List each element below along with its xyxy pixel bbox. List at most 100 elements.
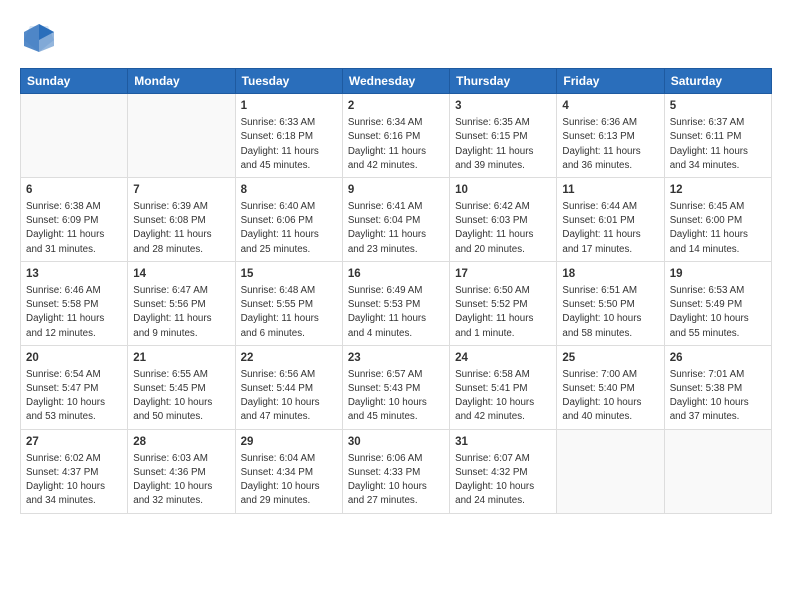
calendar-cell: 20 Sunrise: 6:54 AM Sunset: 5:47 PM Dayli… [21, 345, 128, 429]
day-info: Sunrise: 6:37 AM Sunset: 6:11 PM Dayligh… [670, 116, 766, 173]
day-info: Sunrise: 6:04 AM Sunset: 4:34 PM Dayligh… [241, 452, 337, 509]
day-info: Sunrise: 6:54 AM Sunset: 5:47 PM Dayligh… [26, 368, 122, 425]
calendar-cell: 31 Sunrise: 6:07 AM Sunset: 4:32 PM Dayli… [450, 429, 557, 513]
weekday-header-row: SundayMondayTuesdayWednesdayThursdayFrid… [21, 69, 772, 94]
weekday-header-thursday: Thursday [450, 69, 557, 94]
day-number: 3 [455, 98, 551, 114]
calendar-cell [21, 94, 128, 178]
day-info: Sunrise: 6:07 AM Sunset: 4:32 PM Dayligh… [455, 452, 551, 509]
calendar-cell: 18Sunrise: 6:51 AM Sunset: 5:50 PM Dayli… [557, 261, 664, 345]
day-number: 1 [241, 98, 337, 114]
calendar-cell: 3 Sunrise: 6:35 AM Sunset: 6:15 PM Daylig… [450, 94, 557, 178]
day-number: 22 [241, 350, 337, 366]
day-info: Sunrise: 6:46 AM Sunset: 5:58 PM Dayligh… [26, 284, 122, 341]
day-info: Sunrise: 6:53 AM Sunset: 5:49 PM Dayligh… [670, 284, 766, 341]
day-number: 10 [455, 182, 551, 198]
calendar-cell: 19 Sunrise: 6:53 AM Sunset: 5:49 PM Dayli… [664, 261, 771, 345]
day-info: Sunrise: 6:58 AM Sunset: 5:41 PM Dayligh… [455, 368, 551, 425]
calendar-body: 1 Sunrise: 6:33 AM Sunset: 6:18 PM Daylig… [21, 94, 772, 514]
weekday-header-sunday: Sunday [21, 69, 128, 94]
day-info: Sunrise: 6:33 AM Sunset: 6:18 PM Dayligh… [241, 116, 337, 173]
day-number: 29 [241, 434, 337, 450]
day-info: Sunrise: 6:39 AM Sunset: 6:08 PM Dayligh… [133, 200, 229, 257]
day-number: 12 [670, 182, 766, 198]
day-info: Sunrise: 6:41 AM Sunset: 6:04 PM Dayligh… [348, 200, 444, 257]
day-info: Sunrise: 6:57 AM Sunset: 5:43 PM Dayligh… [348, 368, 444, 425]
calendar-cell: 8 Sunrise: 6:40 AM Sunset: 6:06 PM Daylig… [235, 177, 342, 261]
calendar-cell: 16Sunrise: 6:49 AM Sunset: 5:53 PM Dayli… [342, 261, 449, 345]
calendar-cell: 22 Sunrise: 6:56 AM Sunset: 5:44 PM Dayli… [235, 345, 342, 429]
weekday-header-saturday: Saturday [664, 69, 771, 94]
calendar-cell: 14Sunrise: 6:47 AM Sunset: 5:56 PM Dayli… [128, 261, 235, 345]
calendar-cell: 28 Sunrise: 6:03 AM Sunset: 4:36 PM Dayli… [128, 429, 235, 513]
calendar-cell [557, 429, 664, 513]
calendar-cell: 17 Sunrise: 6:50 AM Sunset: 5:52 PM Dayli… [450, 261, 557, 345]
calendar-cell: 26Sunrise: 7:01 AM Sunset: 5:38 PM Dayli… [664, 345, 771, 429]
day-number: 13 [26, 266, 122, 282]
calendar-week-2: 6Sunrise: 6:38 AM Sunset: 6:09 PM Daylig… [21, 177, 772, 261]
day-info: Sunrise: 6:40 AM Sunset: 6:06 PM Dayligh… [241, 200, 337, 257]
day-number: 17 [455, 266, 551, 282]
day-number: 31 [455, 434, 551, 450]
calendar-cell: 10 Sunrise: 6:42 AM Sunset: 6:03 PM Dayli… [450, 177, 557, 261]
day-info: Sunrise: 6:03 AM Sunset: 4:36 PM Dayligh… [133, 452, 229, 509]
calendar-cell: 1 Sunrise: 6:33 AM Sunset: 6:18 PM Daylig… [235, 94, 342, 178]
calendar-page: SundayMondayTuesdayWednesdayThursdayFrid… [0, 0, 792, 612]
calendar-cell: 25 Sunrise: 7:00 AM Sunset: 5:40 PM Dayli… [557, 345, 664, 429]
calendar-cell: 15Sunrise: 6:48 AM Sunset: 5:55 PM Dayli… [235, 261, 342, 345]
day-number: 9 [348, 182, 444, 198]
calendar-week-5: 27 Sunrise: 6:02 AM Sunset: 4:37 PM Dayli… [21, 429, 772, 513]
calendar-cell: 23 Sunrise: 6:57 AM Sunset: 5:43 PM Dayli… [342, 345, 449, 429]
day-info: Sunrise: 6:50 AM Sunset: 5:52 PM Dayligh… [455, 284, 551, 341]
day-info: Sunrise: 7:00 AM Sunset: 5:40 PM Dayligh… [562, 368, 658, 425]
day-info: Sunrise: 6:47 AM Sunset: 5:56 PM Dayligh… [133, 284, 229, 341]
calendar-cell: 4Sunrise: 6:36 AM Sunset: 6:13 PM Daylig… [557, 94, 664, 178]
day-info: Sunrise: 7:01 AM Sunset: 5:38 PM Dayligh… [670, 368, 766, 425]
day-number: 18 [562, 266, 658, 282]
calendar-cell [128, 94, 235, 178]
calendar-cell: 24Sunrise: 6:58 AM Sunset: 5:41 PM Dayli… [450, 345, 557, 429]
calendar-cell: 5 Sunrise: 6:37 AM Sunset: 6:11 PM Daylig… [664, 94, 771, 178]
header [20, 18, 772, 56]
day-number: 2 [348, 98, 444, 114]
calendar-cell: 2 Sunrise: 6:34 AM Sunset: 6:16 PM Daylig… [342, 94, 449, 178]
calendar-cell: 21 Sunrise: 6:55 AM Sunset: 5:45 PM Dayli… [128, 345, 235, 429]
calendar-cell: 30Sunrise: 6:06 AM Sunset: 4:33 PM Dayli… [342, 429, 449, 513]
day-number: 30 [348, 434, 444, 450]
day-info: Sunrise: 6:34 AM Sunset: 6:16 PM Dayligh… [348, 116, 444, 173]
calendar-cell: 13 Sunrise: 6:46 AM Sunset: 5:58 PM Dayli… [21, 261, 128, 345]
day-number: 16 [348, 266, 444, 282]
day-number: 5 [670, 98, 766, 114]
day-number: 19 [670, 266, 766, 282]
calendar-cell: 9 Sunrise: 6:41 AM Sunset: 6:04 PM Daylig… [342, 177, 449, 261]
day-number: 21 [133, 350, 229, 366]
day-number: 28 [133, 434, 229, 450]
weekday-header-monday: Monday [128, 69, 235, 94]
weekday-header-tuesday: Tuesday [235, 69, 342, 94]
day-info: Sunrise: 6:45 AM Sunset: 6:00 PM Dayligh… [670, 200, 766, 257]
logo-icon [20, 18, 58, 56]
day-info: Sunrise: 6:02 AM Sunset: 4:37 PM Dayligh… [26, 452, 122, 509]
logo [20, 18, 64, 56]
calendar-table: SundayMondayTuesdayWednesdayThursdayFrid… [20, 68, 772, 514]
day-info: Sunrise: 6:42 AM Sunset: 6:03 PM Dayligh… [455, 200, 551, 257]
calendar-week-4: 20 Sunrise: 6:54 AM Sunset: 5:47 PM Dayli… [21, 345, 772, 429]
day-number: 8 [241, 182, 337, 198]
day-number: 23 [348, 350, 444, 366]
day-number: 27 [26, 434, 122, 450]
calendar-cell: 11 Sunrise: 6:44 AM Sunset: 6:01 PM Dayli… [557, 177, 664, 261]
day-info: Sunrise: 6:35 AM Sunset: 6:15 PM Dayligh… [455, 116, 551, 173]
calendar-cell: 12 Sunrise: 6:45 AM Sunset: 6:00 PM Dayli… [664, 177, 771, 261]
weekday-header-wednesday: Wednesday [342, 69, 449, 94]
day-info: Sunrise: 6:38 AM Sunset: 6:09 PM Dayligh… [26, 200, 122, 257]
calendar-cell: 7 Sunrise: 6:39 AM Sunset: 6:08 PM Daylig… [128, 177, 235, 261]
day-info: Sunrise: 6:56 AM Sunset: 5:44 PM Dayligh… [241, 368, 337, 425]
calendar-cell: 6Sunrise: 6:38 AM Sunset: 6:09 PM Daylig… [21, 177, 128, 261]
day-number: 7 [133, 182, 229, 198]
day-info: Sunrise: 6:44 AM Sunset: 6:01 PM Dayligh… [562, 200, 658, 257]
day-number: 11 [562, 182, 658, 198]
day-info: Sunrise: 6:55 AM Sunset: 5:45 PM Dayligh… [133, 368, 229, 425]
day-number: 4 [562, 98, 658, 114]
day-number: 20 [26, 350, 122, 366]
day-number: 25 [562, 350, 658, 366]
